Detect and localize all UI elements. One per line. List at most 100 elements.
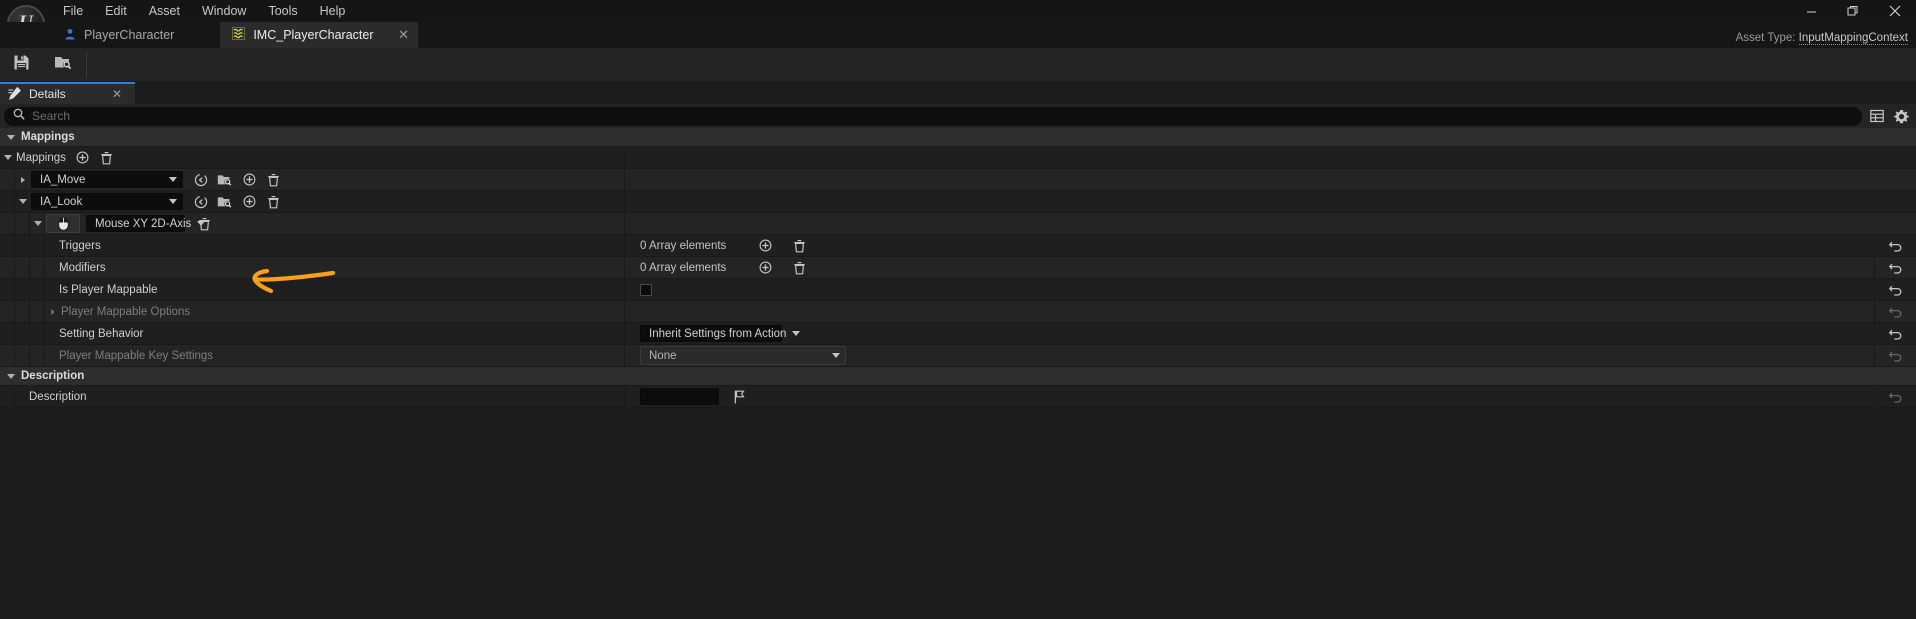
add-key-binding-button[interactable] bbox=[240, 171, 258, 189]
tree-indent bbox=[15, 279, 30, 300]
column-divider bbox=[624, 235, 625, 256]
tree-indent bbox=[0, 169, 15, 190]
clear-triggers-button[interactable] bbox=[790, 237, 808, 255]
menu-bar: File Edit Asset Window Tools Help bbox=[52, 0, 356, 22]
delete-mapping-button[interactable] bbox=[264, 193, 282, 211]
add-mapping-button[interactable] bbox=[74, 149, 92, 167]
player-mappable-key-settings-label: Player Mappable Key Settings bbox=[59, 349, 214, 362]
settings-gear-icon[interactable] bbox=[1891, 106, 1912, 127]
reset-is-player-mappable-cell[interactable] bbox=[1874, 279, 1916, 300]
save-button[interactable] bbox=[0, 49, 42, 81]
ia-move-action-value: IA_Move bbox=[40, 173, 86, 186]
tab-player-character[interactable]: PlayerCharacter bbox=[52, 22, 187, 48]
add-modifier-button[interactable] bbox=[756, 259, 774, 277]
key-binding-dropdown[interactable]: Mouse XY 2D-Axis bbox=[86, 215, 206, 232]
column-divider bbox=[624, 191, 625, 212]
category-header-mappings[interactable]: Mappings bbox=[0, 128, 1916, 147]
chevron-down-icon bbox=[7, 134, 15, 140]
tree-indent bbox=[30, 323, 45, 344]
ia-look-expand-toggle[interactable] bbox=[15, 199, 31, 204]
column-view-toggle-icon[interactable] bbox=[1866, 106, 1887, 127]
save-floppy-icon bbox=[13, 54, 30, 76]
tree-indent bbox=[30, 235, 45, 256]
input-mapping-context-icon bbox=[232, 27, 246, 43]
tree-indent bbox=[15, 301, 30, 322]
ia-move-expand-toggle[interactable] bbox=[15, 176, 31, 183]
tab-details-label: Details bbox=[29, 87, 66, 101]
window-controls bbox=[1790, 0, 1916, 22]
row-key-binding-mouse-xy: Mouse XY 2D-Axis bbox=[0, 213, 1916, 235]
delete-key-binding-button[interactable] bbox=[195, 215, 213, 233]
setting-behavior-dropdown[interactable]: Inherit Settings from Action bbox=[640, 325, 801, 342]
reset-player-mappable-key-settings-cell bbox=[1874, 345, 1916, 366]
key-binding-expand-toggle[interactable] bbox=[30, 221, 46, 226]
row-player-mappable-options: Player Mappable Options bbox=[0, 301, 1916, 323]
tab-details[interactable]: Details ✕ bbox=[0, 82, 135, 104]
reset-arrow-icon bbox=[1888, 285, 1901, 296]
chevron-down-icon bbox=[19, 199, 27, 204]
row-mapping-ia-look: IA_Look bbox=[0, 191, 1916, 213]
column-divider bbox=[624, 147, 625, 168]
details-property-tree: Mappings Mappings IA_Move IA_Look Mouse … bbox=[0, 128, 1916, 408]
column-divider bbox=[624, 169, 625, 190]
tree-indent bbox=[0, 257, 15, 278]
tree-indent bbox=[0, 279, 15, 300]
reset-arrow-icon bbox=[1888, 241, 1901, 252]
player-mappable-options-expand-toggle[interactable] bbox=[45, 308, 61, 315]
tab-close-icon[interactable]: ✕ bbox=[396, 27, 412, 43]
close-button[interactable] bbox=[1874, 0, 1916, 22]
reset-modifiers-cell[interactable] bbox=[1874, 257, 1916, 278]
search-input[interactable]: Search bbox=[4, 106, 1862, 126]
toolbar-divider bbox=[86, 51, 87, 78]
menu-file[interactable]: File bbox=[52, 0, 94, 22]
key-capture-mouse-icon[interactable] bbox=[46, 214, 80, 233]
tree-indent bbox=[15, 257, 30, 278]
chevron-down-icon bbox=[7, 373, 15, 379]
details-tab-close-icon[interactable]: ✕ bbox=[109, 87, 125, 101]
use-selected-asset-button[interactable] bbox=[192, 171, 210, 189]
triggers-array-count: 0 Array elements bbox=[640, 239, 727, 252]
browse-to-asset-button[interactable] bbox=[216, 193, 234, 211]
use-selected-asset-button[interactable] bbox=[192, 193, 210, 211]
minimize-button[interactable] bbox=[1790, 0, 1832, 22]
menu-asset[interactable]: Asset bbox=[138, 0, 191, 22]
add-trigger-button[interactable] bbox=[756, 237, 774, 255]
tab-imc-player-character[interactable]: IMC_PlayerCharacter ✕ bbox=[220, 22, 418, 48]
delete-mapping-button[interactable] bbox=[264, 171, 282, 189]
ia-move-action-dropdown[interactable]: IA_Move bbox=[31, 171, 183, 188]
is-player-mappable-checkbox[interactable] bbox=[640, 283, 652, 296]
reset-player-mappable-options-cell bbox=[1874, 301, 1916, 322]
key-binding-value: Mouse XY 2D-Axis bbox=[95, 217, 192, 230]
row-player-mappable-key-settings: Player Mappable Key Settings None bbox=[0, 345, 1916, 367]
browse-to-asset-button[interactable] bbox=[42, 49, 84, 81]
description-input[interactable] bbox=[640, 388, 719, 405]
asset-toolbar bbox=[0, 48, 1916, 82]
tree-indent bbox=[0, 386, 15, 407]
chevron-down-icon bbox=[34, 221, 42, 226]
clear-mappings-button[interactable] bbox=[98, 149, 116, 167]
player-mappable-key-settings-dropdown[interactable]: None bbox=[640, 346, 846, 365]
browse-to-asset-button[interactable] bbox=[216, 171, 234, 189]
tab-imc-player-character-label: IMC_PlayerCharacter bbox=[253, 28, 374, 42]
chevron-right-icon bbox=[21, 176, 25, 183]
reset-setting-behavior-cell[interactable] bbox=[1874, 323, 1916, 344]
add-key-binding-button[interactable] bbox=[240, 193, 258, 211]
asset-type-value[interactable]: InputMappingContext bbox=[1798, 32, 1908, 45]
reset-arrow-icon bbox=[1888, 392, 1901, 403]
menu-tools[interactable]: Tools bbox=[257, 0, 308, 22]
restore-button[interactable] bbox=[1832, 0, 1874, 22]
localization-flag-icon[interactable] bbox=[731, 388, 749, 406]
mappings-expand-toggle[interactable] bbox=[0, 155, 16, 160]
details-pencil-icon bbox=[8, 86, 22, 103]
column-divider bbox=[624, 323, 625, 344]
reset-triggers-cell[interactable] bbox=[1874, 235, 1916, 256]
clear-modifiers-button[interactable] bbox=[790, 259, 808, 277]
category-header-description[interactable]: Description bbox=[0, 367, 1916, 386]
category-mappings-label: Mappings bbox=[21, 131, 75, 143]
tree-indent bbox=[0, 323, 15, 344]
menu-help[interactable]: Help bbox=[309, 0, 357, 22]
menu-window[interactable]: Window bbox=[191, 0, 257, 22]
modifiers-array-count: 0 Array elements bbox=[640, 261, 727, 274]
menu-edit[interactable]: Edit bbox=[94, 0, 138, 22]
ia-look-action-dropdown[interactable]: IA_Look bbox=[31, 193, 183, 210]
